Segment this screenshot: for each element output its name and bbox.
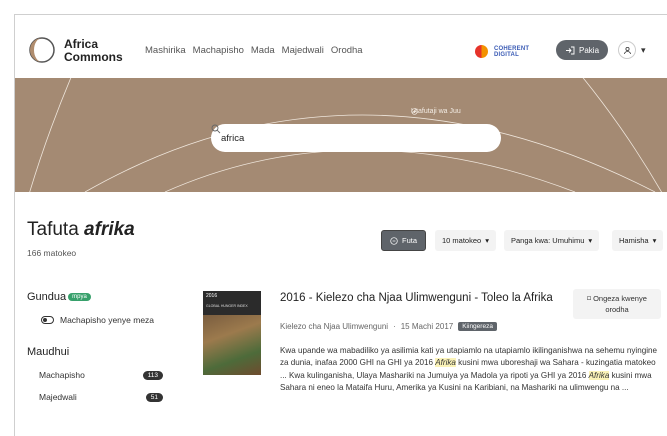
result-thumbnail[interactable]: 2016 GLOBAL HUNGER INDEX bbox=[203, 291, 261, 375]
search-bar[interactable] bbox=[211, 124, 501, 152]
thumbnail-year: 2016 bbox=[206, 293, 218, 299]
language-badge: Kiingereza bbox=[458, 322, 497, 331]
main-nav: Mashirika Machapisho Mada Majedwali Orod… bbox=[145, 45, 363, 56]
toggle-switch-icon[interactable] bbox=[41, 316, 54, 324]
clear-label: Futa bbox=[402, 236, 418, 245]
facet-item-count: 51 bbox=[145, 392, 163, 402]
clear-icon bbox=[390, 236, 398, 245]
thumbnail-photo bbox=[203, 315, 261, 375]
clear-button[interactable]: Futa bbox=[381, 230, 427, 251]
advanced-search-label: Utafutaji wa Juu bbox=[411, 108, 461, 115]
brand-line-2: Commons bbox=[64, 50, 123, 64]
result-source[interactable]: Kielezo cha Njaa Ulimwenguni bbox=[280, 322, 388, 331]
nav-item-majedwali[interactable]: Majedwali bbox=[282, 45, 324, 56]
result-excerpt: Kwa upande wa mabadiliko ya asilimia kat… bbox=[280, 345, 662, 394]
facet-heading-content: Maudhui bbox=[27, 346, 70, 358]
search-input[interactable] bbox=[221, 132, 461, 144]
new-badge: mpya bbox=[68, 293, 91, 302]
search-icon bbox=[211, 124, 221, 134]
result-meta: Kielezo cha Njaa Ulimwenguni · 15 Machi … bbox=[280, 322, 497, 331]
login-label: Pakia bbox=[579, 45, 600, 55]
toggle-label: Machapisho yenye meza bbox=[60, 315, 155, 325]
coherent-digital-logo[interactable]: COHERENT DIGITAL bbox=[475, 45, 529, 58]
user-menu-button[interactable]: ▾ bbox=[618, 40, 654, 60]
result-title-link[interactable]: 2016 - Kielezo cha Njaa Ulimwenguni - To… bbox=[280, 292, 580, 304]
top-header: Africa Commons Mashirika Machapisho Mada… bbox=[15, 15, 667, 77]
per-page-value: 10 matokeo bbox=[442, 236, 482, 245]
partner-line-2: DIGITAL bbox=[494, 51, 519, 58]
chevron-down-icon: ▾ bbox=[652, 236, 657, 245]
results-count: 166 matokeo bbox=[27, 248, 77, 258]
advanced-search-link[interactable]: Utafutaji wa Juu bbox=[411, 108, 461, 115]
nav-item-mashirika[interactable]: Mashirika bbox=[145, 45, 186, 56]
facet-item-label: Majedwali bbox=[39, 392, 77, 402]
per-page-select[interactable]: 10 matokeo ▾ bbox=[435, 230, 496, 251]
tables-toggle[interactable]: Machapisho yenye meza bbox=[41, 315, 154, 325]
facet-item-count: 113 bbox=[142, 370, 163, 380]
add-to-list-label-2: orodha bbox=[605, 305, 629, 314]
facet-format-label: Gundua bbox=[27, 291, 67, 303]
add-to-list-button[interactable]: ⌑ Ongeza kwenye orodha bbox=[573, 289, 661, 319]
excerpt-highlight-2: Afrika bbox=[588, 370, 610, 380]
coherent-logo-icon bbox=[475, 45, 488, 58]
nav-item-orodha[interactable]: Orodha bbox=[331, 45, 363, 56]
chevron-down-icon: ▾ bbox=[588, 236, 593, 245]
coherent-logo-text: COHERENT DIGITAL bbox=[494, 46, 529, 58]
africa-commons-logo-icon[interactable] bbox=[29, 37, 55, 63]
nav-item-mada[interactable]: Mada bbox=[251, 45, 275, 56]
facet-item-label: Machapisho bbox=[39, 370, 85, 380]
facet-item-majedwali[interactable]: Majedwali 51 bbox=[39, 392, 163, 402]
login-button[interactable]: Pakia bbox=[556, 40, 609, 60]
results-title-prefix: Tafuta bbox=[27, 219, 85, 240]
hero-banner: Utafutaji wa Juu bbox=[15, 78, 667, 192]
user-icon bbox=[618, 41, 636, 59]
meta-separator: · bbox=[393, 322, 396, 331]
login-icon bbox=[566, 46, 575, 54]
export-label: Hamisha bbox=[619, 236, 649, 245]
thumbnail-title: GLOBAL HUNGER INDEX bbox=[206, 304, 248, 308]
export-select[interactable]: Hamisha ▾ bbox=[612, 230, 664, 251]
chevron-down-icon: ▾ bbox=[485, 236, 489, 245]
nav-item-machapisho[interactable]: Machapisho bbox=[193, 45, 244, 56]
bookmark-icon: ⌑ bbox=[587, 294, 591, 303]
facet-heading-format: Gundua mpya bbox=[27, 291, 91, 303]
sort-value: Panga kwa: Umuhimu bbox=[511, 236, 585, 245]
add-to-list-label-1: Ongeza kwenye bbox=[593, 294, 647, 303]
facet-item-machapisho[interactable]: Machapisho 113 bbox=[39, 370, 163, 380]
excerpt-highlight-1: Afrika bbox=[435, 358, 456, 368]
brand-name[interactable]: Africa Commons bbox=[64, 38, 123, 64]
page-frame: Africa Commons Mashirika Machapisho Mada… bbox=[14, 14, 667, 436]
chevron-down-icon: ▾ bbox=[641, 44, 646, 55]
sort-select[interactable]: Panga kwa: Umuhimu ▾ bbox=[504, 230, 600, 251]
results-title: Tafuta afrika bbox=[27, 219, 135, 241]
result-date: 15 Machi 2017 bbox=[400, 322, 454, 331]
advanced-search-icon bbox=[411, 108, 418, 115]
results-title-query: afrika bbox=[84, 219, 135, 240]
